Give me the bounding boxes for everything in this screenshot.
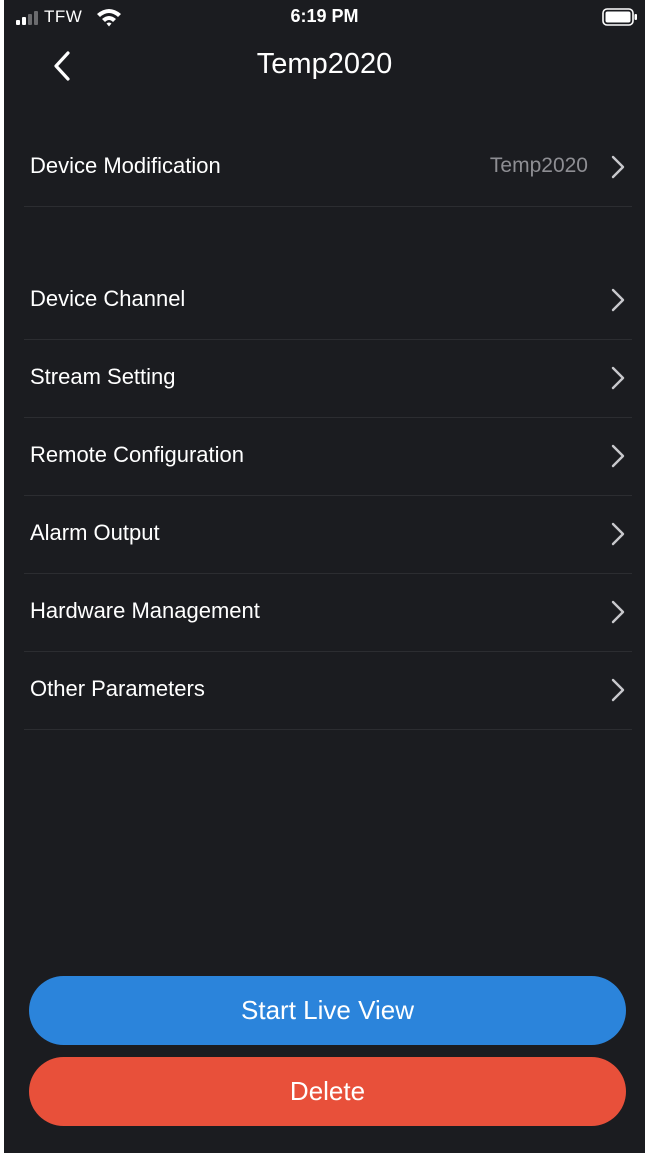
- battery-icon: [602, 8, 637, 26]
- device-modification-row[interactable]: Device Modification Temp2020: [24, 128, 632, 207]
- device-modification-label: Device Modification: [30, 153, 221, 178]
- status-bar: TFW 6:19 PM: [4, 0, 645, 34]
- delete-button[interactable]: Delete: [29, 1057, 626, 1126]
- chevron-right-icon: [611, 288, 625, 312]
- menu-item-alarm-output[interactable]: Alarm Output: [24, 495, 632, 574]
- menu-item-other-parameters[interactable]: Other Parameters: [24, 651, 632, 730]
- chevron-right-icon: [611, 678, 625, 702]
- start-live-view-button[interactable]: Start Live View: [29, 976, 626, 1045]
- chevron-right-icon: [611, 600, 625, 624]
- menu-item-label: Stream Setting: [30, 364, 176, 389]
- menu-item-label: Alarm Output: [30, 520, 160, 545]
- chevron-right-icon: [611, 155, 625, 179]
- navigation-bar: Temp2020: [4, 34, 645, 98]
- page-title: Temp2020: [256, 48, 393, 80]
- chevron-right-icon: [611, 444, 625, 468]
- chevron-right-icon: [611, 366, 625, 390]
- menu-item-label: Remote Configuration: [30, 442, 245, 467]
- status-time: 6:19 PM: [290, 6, 359, 26]
- menu-item-label: Device Channel: [30, 286, 186, 311]
- device-name-value: Temp2020: [489, 154, 588, 177]
- menu-item-remote-configuration[interactable]: Remote Configuration: [24, 417, 632, 496]
- menu-item-hardware-management[interactable]: Hardware Management: [24, 573, 632, 652]
- menu-item-device-channel[interactable]: Device Channel: [24, 261, 632, 340]
- menu-item-stream-setting[interactable]: Stream Setting: [24, 339, 632, 418]
- device-settings-screen: TFW 6:19 PM Temp2020 Device Modification…: [4, 0, 645, 1153]
- menu-item-label: Hardware Management: [30, 598, 260, 623]
- menu-item-label: Other Parameters: [30, 676, 205, 701]
- chevron-right-icon: [611, 522, 625, 546]
